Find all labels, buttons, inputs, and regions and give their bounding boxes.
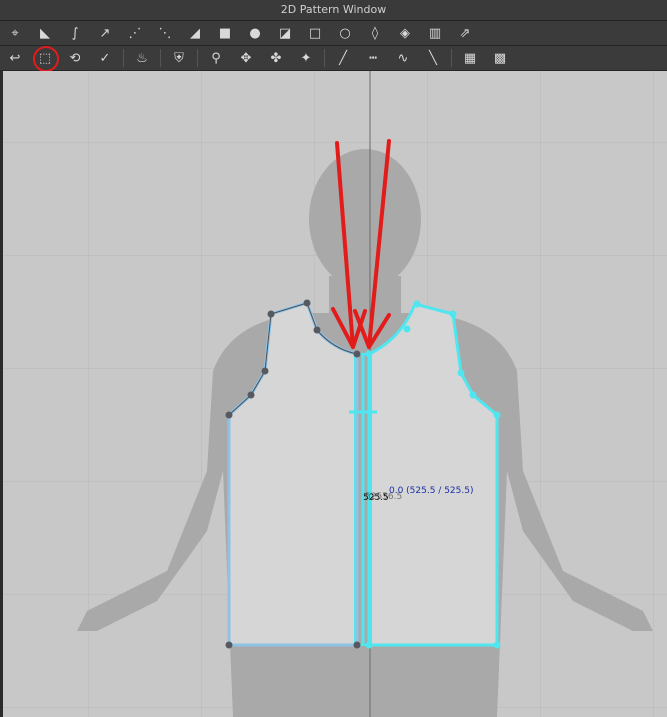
curve-edit-icon[interactable]: ↗ <box>90 22 120 44</box>
curve-point-icon[interactable]: ∫ <box>60 22 90 44</box>
sewing-tools-toolbar: ↩ ⬚ ⟲ ✓ ♨ ⛨ ⚲ ✥ ✤ ✦ ╱ ┅ ∿ ╲ ▦ ▩ <box>0 46 667 72</box>
circle-icon[interactable]: ● <box>240 22 270 44</box>
arrangement-point-icon[interactable]: ✦ <box>291 47 321 69</box>
sew-multi-icon[interactable]: ⟲ <box>60 47 90 69</box>
pleat-icon[interactable]: ▥ <box>420 22 450 44</box>
texture-edit-icon[interactable]: ▦ <box>455 47 485 69</box>
coordinate-readout: 0.0 (525.5 / 525.5) <box>389 486 473 496</box>
rectangle-icon[interactable]: ■ <box>210 22 240 44</box>
toolbar-separator <box>160 49 161 67</box>
polygon-icon[interactable]: ◢ <box>180 22 210 44</box>
toolbar-separator <box>197 49 198 67</box>
edit-point-icon[interactable]: ◣ <box>30 22 60 44</box>
dart-icon[interactable]: ◊ <box>360 22 390 44</box>
darts-icon[interactable]: ◈ <box>390 22 420 44</box>
line-segment-icon[interactable]: ╱ <box>328 47 358 69</box>
add-point-icon[interactable]: ⋰ <box>120 22 150 44</box>
canvas-svg: 525.5 52556.5 0.0 (525.5 / 525.5) <box>3 71 667 717</box>
edit-tools-toolbar: ⌖ ◣ ∫ ↗ ⋰ ⋱ ◢ ■ ● ◪ □ ○ ◊ ◈ ▥ ⇗ <box>0 21 667 46</box>
split-segment-icon[interactable]: ⋱ <box>150 22 180 44</box>
seam-tape-icon[interactable]: ∿ <box>388 47 418 69</box>
texture-select-icon[interactable]: ▩ <box>485 47 515 69</box>
pattern-canvas[interactable]: 525.5 52556.5 0.0 (525.5 / 525.5) <box>3 71 667 717</box>
select-point-icon[interactable]: ⌖ <box>0 22 30 44</box>
fold-icon[interactable]: ⇗ <box>450 22 480 44</box>
iron-icon[interactable]: ♨ <box>127 47 157 69</box>
sew-free-icon[interactable]: ⬚ <box>30 46 60 72</box>
sew-check-icon[interactable]: ✓ <box>90 47 120 69</box>
straight-line-icon[interactable]: ╲ <box>418 47 448 69</box>
toolbar-separator <box>123 49 124 67</box>
pattern-window: 2D Pattern Window ⌖ ◣ ∫ ↗ ⋰ ⋱ ◢ ■ ● ◪ □ … <box>0 0 667 717</box>
internal-circle-icon[interactable]: ○ <box>330 22 360 44</box>
toolbar-separator <box>451 49 452 67</box>
window-title: 2D Pattern Window <box>0 0 667 21</box>
toolbar-separator <box>324 49 325 67</box>
tack-icon[interactable]: ⚲ <box>201 47 231 69</box>
fold-arrangement-icon[interactable]: ✤ <box>261 47 291 69</box>
topstitch-icon[interactable]: ┅ <box>358 47 388 69</box>
pin-icon[interactable]: ✥ <box>231 47 261 69</box>
internal-polygon-icon[interactable]: ◪ <box>270 22 300 44</box>
sew-segment-icon[interactable]: ↩ <box>0 47 30 69</box>
shirt-arrange-icon[interactable]: ⛨ <box>164 47 194 69</box>
internal-rectangle-icon[interactable]: □ <box>300 22 330 44</box>
